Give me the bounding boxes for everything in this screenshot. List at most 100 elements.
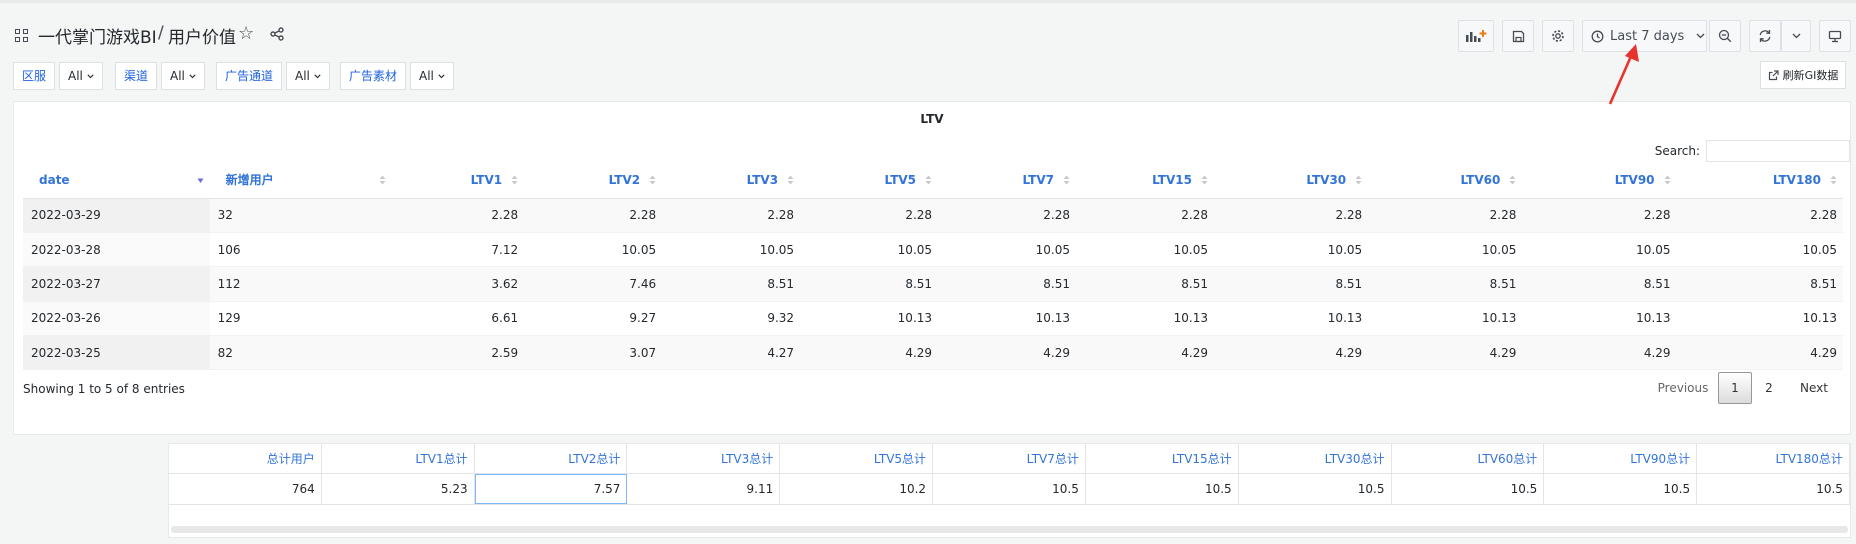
table-cell: 9.27 bbox=[524, 301, 663, 337]
totals-header-cell[interactable]: 总计用户 bbox=[169, 444, 322, 473]
refresh-interval-dropdown[interactable] bbox=[1781, 20, 1811, 52]
totals-header-cell[interactable]: LTV2总计 bbox=[475, 444, 628, 473]
ltv-table: date 新增用户 LTV1 LTV2 LTV3 LTV5 LTV7 LTV15 LTV30 LT… bbox=[23, 162, 1843, 371]
sort-both-icon bbox=[1509, 175, 1516, 185]
pagination-page-1[interactable]: 1 bbox=[1718, 372, 1752, 404]
totals-header-cell[interactable]: LTV5总计 bbox=[780, 444, 934, 473]
totals-header-cell[interactable]: LTV30总计 bbox=[1239, 444, 1392, 473]
totals-header-cell[interactable]: LTV90总计 bbox=[1544, 444, 1698, 473]
table-cell: 8.51 bbox=[662, 266, 801, 302]
dashboard-settings-button[interactable] bbox=[1542, 20, 1574, 52]
breadcrumb-separator: / bbox=[158, 23, 164, 43]
table-cell: 7.12 bbox=[392, 232, 525, 268]
column-header-2[interactable]: LTV1 bbox=[392, 162, 525, 199]
totals-header-cell[interactable]: LTV7总计 bbox=[933, 444, 1086, 473]
column-header-9[interactable]: LTV60 bbox=[1368, 162, 1523, 199]
table-row: 2022-03-25 82 2.59 3.07 4.27 4.29 4.29 4.29 4.29… bbox=[23, 335, 1843, 371]
table-cell: 10.05 bbox=[524, 232, 663, 268]
view-mode-button[interactable] bbox=[1819, 20, 1851, 52]
variable-select[interactable]: All bbox=[410, 62, 454, 90]
pagination-page-2[interactable]: 2 bbox=[1752, 372, 1786, 404]
table-cell: 4.29 bbox=[938, 335, 1076, 371]
column-header-4[interactable]: LTV3 bbox=[662, 162, 801, 199]
column-header-3[interactable]: LTV2 bbox=[524, 162, 663, 199]
table-cell: 129 bbox=[209, 301, 393, 337]
pagination-next[interactable]: Next bbox=[1788, 372, 1840, 404]
add-panel-button[interactable] bbox=[1458, 20, 1494, 52]
table-cell: 10.05 bbox=[1213, 232, 1369, 268]
totals-value-cell: 10.5 bbox=[1239, 474, 1392, 504]
column-header-7[interactable]: LTV15 bbox=[1076, 162, 1214, 199]
table-row: 2022-03-29 32 2.28 2.28 2.28 2.28 2.28 2.28 2.28… bbox=[23, 198, 1843, 233]
refresh-dashboard-button[interactable] bbox=[1749, 20, 1781, 52]
table-cell: 2.28 bbox=[1076, 198, 1214, 233]
table-cell: 3.62 bbox=[392, 266, 525, 302]
time-range-picker[interactable]: Last 7 days bbox=[1582, 20, 1707, 52]
totals-header-cell[interactable]: LTV1总计 bbox=[322, 444, 475, 473]
table-cell: 2.28 bbox=[662, 198, 801, 233]
column-header-0[interactable]: date bbox=[23, 162, 210, 199]
totals-header-cell[interactable]: LTV60总计 bbox=[1392, 444, 1545, 473]
column-header-label: 新增用户 bbox=[225, 173, 274, 188]
table-cell: 9.32 bbox=[662, 301, 801, 337]
dashboard-grid-icon[interactable] bbox=[15, 29, 29, 43]
table-cell: 4.29 bbox=[800, 335, 939, 371]
table-cell: 10.05 bbox=[800, 232, 939, 268]
table-cell: 106 bbox=[209, 232, 393, 268]
column-header-6[interactable]: LTV7 bbox=[938, 162, 1076, 199]
table-cell: 4.29 bbox=[1368, 335, 1523, 371]
table-cell: 2022-03-29 bbox=[23, 198, 210, 233]
panel-title[interactable]: LTV bbox=[14, 112, 1850, 126]
variable-label: 广告素材 bbox=[340, 62, 407, 90]
table-cell: 8.51 bbox=[1522, 266, 1677, 302]
variable-label: 渠道 bbox=[115, 62, 158, 90]
variable-value: All bbox=[68, 69, 83, 83]
table-row: 2022-03-26 129 6.61 9.27 9.32 10.13 10.13 10.13… bbox=[23, 301, 1843, 337]
table-cell: 2.28 bbox=[938, 198, 1076, 233]
table-cell: 2022-03-28 bbox=[23, 232, 210, 268]
zoom-out-icon bbox=[1718, 29, 1732, 43]
table-cell: 112 bbox=[209, 266, 393, 302]
table-cell: 10.05 bbox=[1076, 232, 1214, 268]
column-header-10[interactable]: LTV90 bbox=[1522, 162, 1677, 199]
page-title[interactable]: 用户价值 bbox=[168, 23, 236, 48]
column-header-8[interactable]: LTV30 bbox=[1213, 162, 1369, 199]
variable-select[interactable]: All bbox=[161, 62, 205, 90]
sort-both-icon bbox=[925, 175, 932, 185]
table-cell: 2022-03-27 bbox=[23, 266, 210, 302]
variable-select[interactable]: All bbox=[59, 62, 103, 90]
variable-value: All bbox=[295, 69, 310, 83]
totals-header-cell[interactable]: LTV180总计 bbox=[1697, 444, 1850, 473]
totals-value-cell: 7.57 bbox=[474, 474, 628, 504]
variable-value: All bbox=[170, 69, 185, 83]
share-icon[interactable] bbox=[270, 27, 284, 41]
variable-ad-channel: 广告通道 All bbox=[216, 62, 330, 90]
column-header-5[interactable]: LTV5 bbox=[800, 162, 939, 199]
variable-label: 广告通道 bbox=[216, 62, 283, 90]
refresh-icon bbox=[1759, 30, 1771, 42]
variable-select[interactable]: All bbox=[286, 62, 330, 90]
variable-region: 区服 All bbox=[13, 62, 103, 90]
ltv-totals-panel: 总计用户 LTV1总计 LTV2总计 LTV3总计 LTV5总计 LTV7总计 LTV15总… bbox=[168, 443, 1851, 538]
column-header-1[interactable]: 新增用户 bbox=[209, 162, 393, 199]
horizontal-scrollbar[interactable] bbox=[171, 526, 1848, 533]
table-cell: 10.05 bbox=[662, 232, 801, 268]
zoom-out-button[interactable] bbox=[1709, 20, 1741, 52]
refresh-gi-label: 刷新GI数据 bbox=[1782, 69, 1839, 82]
pagination-previous[interactable]: Previous bbox=[1648, 372, 1718, 404]
save-dashboard-button[interactable] bbox=[1502, 20, 1534, 52]
totals-header-row: 总计用户 LTV1总计 LTV2总计 LTV3总计 LTV5总计 LTV7总计 LTV15总… bbox=[169, 444, 1850, 474]
breadcrumb-folder[interactable]: 一代掌门游戏BI bbox=[38, 23, 157, 48]
table-cell: 4.29 bbox=[1522, 335, 1677, 371]
column-header-11[interactable]: LTV180 bbox=[1676, 162, 1843, 199]
sort-both-icon bbox=[649, 175, 656, 185]
totals-header-cell[interactable]: LTV3总计 bbox=[627, 444, 781, 473]
star-icon[interactable]: ☆ bbox=[238, 25, 254, 43]
chevron-down-icon bbox=[87, 73, 94, 78]
totals-header-cell[interactable]: LTV15总计 bbox=[1086, 444, 1239, 473]
column-header-label: date bbox=[39, 172, 70, 187]
table-cell: 2.28 bbox=[1676, 198, 1843, 233]
search-input[interactable] bbox=[1706, 140, 1850, 162]
refresh-gi-button[interactable]: 刷新GI数据 bbox=[1760, 61, 1846, 89]
column-header-label: LTV3 bbox=[746, 172, 779, 187]
